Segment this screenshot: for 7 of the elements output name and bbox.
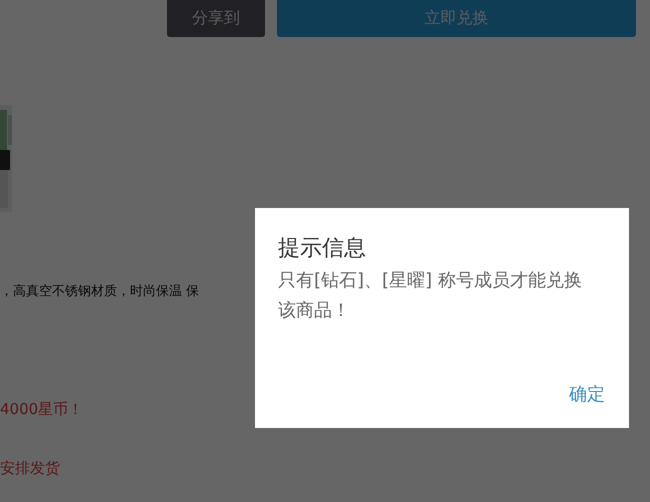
redeem-button[interactable]: 立即兑换 bbox=[277, 0, 636, 37]
product-description: ，高真空不锈钢材质，时尚保温 保 bbox=[0, 283, 200, 300]
confirm-button[interactable]: 确定 bbox=[569, 382, 605, 406]
dialog-message: 只有[钻石]、[星曜] 称号成员才能兑换该商品！ bbox=[278, 269, 583, 323]
notice-text: 4000星币！ bbox=[0, 400, 84, 419]
dialog-title: 提示信息 bbox=[278, 235, 366, 263]
notice-text: 安排发货 bbox=[0, 459, 60, 478]
